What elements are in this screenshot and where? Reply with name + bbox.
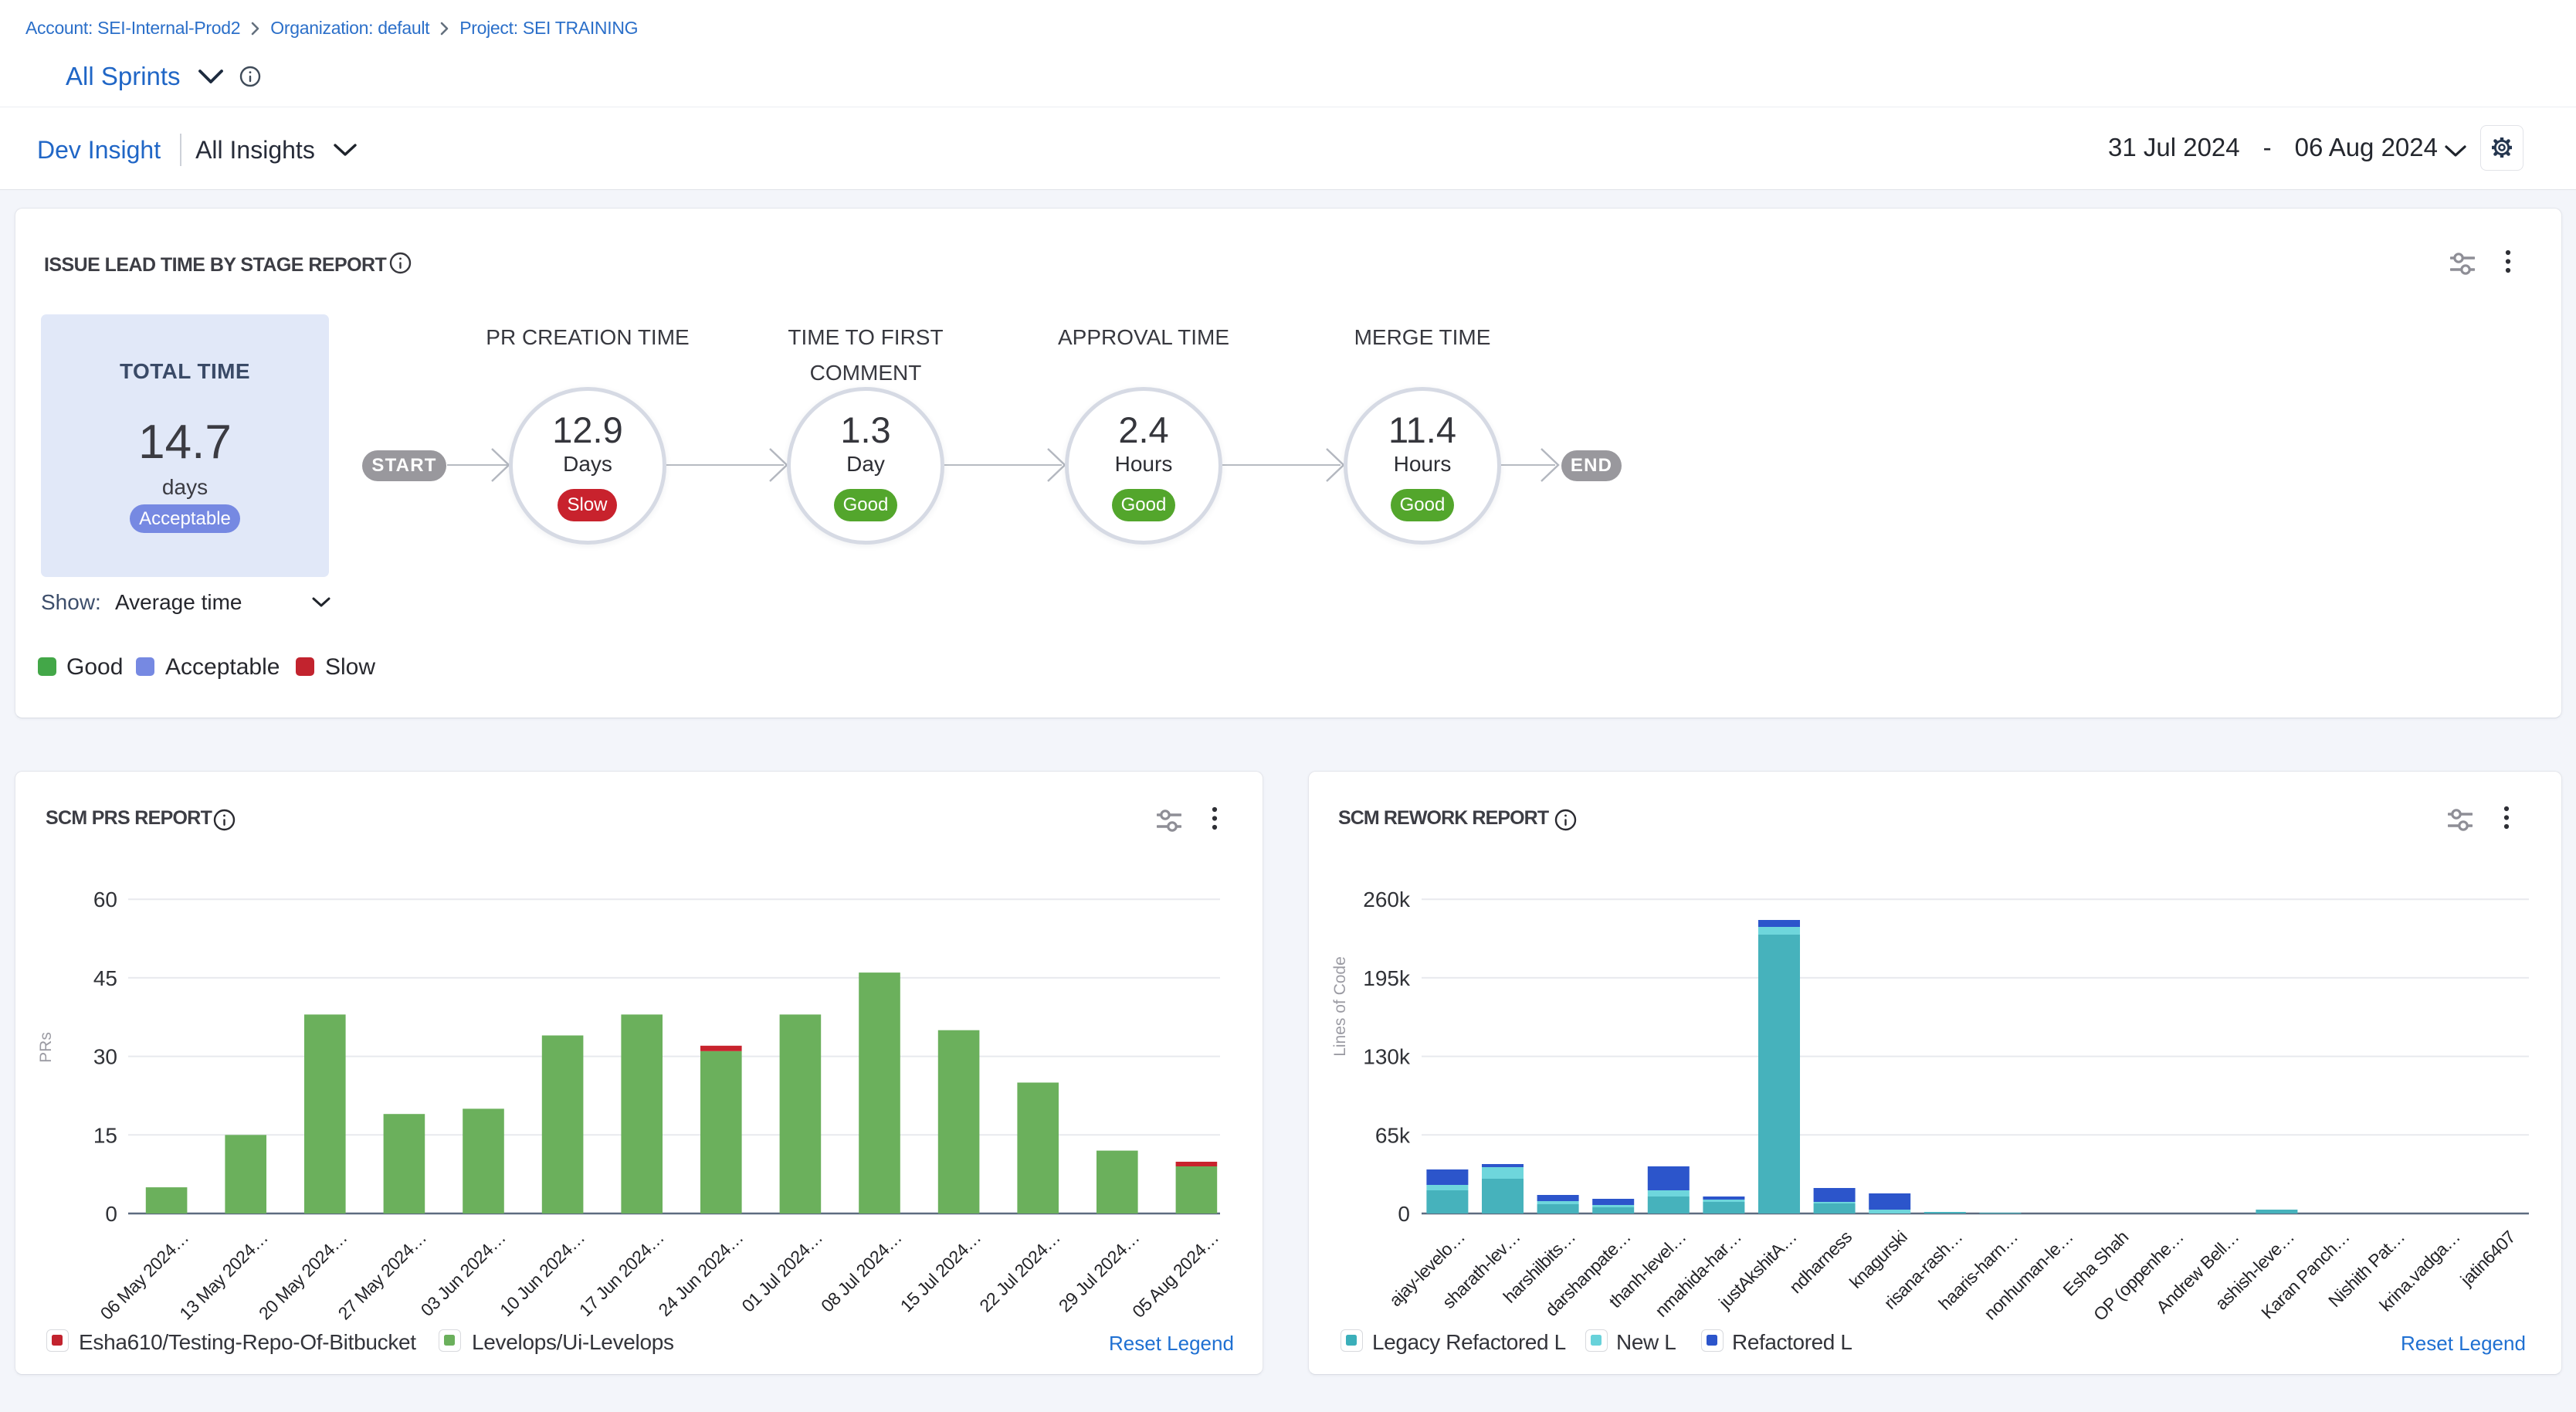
svg-text:130k: 130k bbox=[1363, 1045, 1411, 1069]
svg-text:PRs: PRs bbox=[37, 1032, 55, 1063]
svg-text:24 Jun 2024…: 24 Jun 2024… bbox=[654, 1227, 747, 1320]
svg-text:195k: 195k bbox=[1363, 966, 1411, 990]
svg-text:Lines of Code: Lines of Code bbox=[1331, 956, 1349, 1057]
svg-text:65k: 65k bbox=[1375, 1123, 1411, 1147]
svg-text:45: 45 bbox=[93, 966, 117, 990]
svg-text:30: 30 bbox=[93, 1045, 117, 1069]
svg-text:60: 60 bbox=[93, 888, 117, 911]
svg-text:15: 15 bbox=[93, 1123, 117, 1147]
svg-text:29 Jul 2024…: 29 Jul 2024… bbox=[1055, 1227, 1144, 1316]
svg-text:jatin6407: jatin6407 bbox=[2456, 1227, 2519, 1290]
svg-text:260k: 260k bbox=[1363, 888, 1411, 911]
svg-text:0: 0 bbox=[1398, 1202, 1410, 1226]
svg-text:15 Jul 2024…: 15 Jul 2024… bbox=[897, 1227, 985, 1316]
svg-text:22 Jul 2024…: 22 Jul 2024… bbox=[975, 1227, 1064, 1316]
svg-text:08 Jul 2024…: 08 Jul 2024… bbox=[817, 1227, 906, 1316]
svg-text:0: 0 bbox=[105, 1202, 117, 1226]
svg-text:01 Jul 2024…: 01 Jul 2024… bbox=[737, 1227, 826, 1316]
